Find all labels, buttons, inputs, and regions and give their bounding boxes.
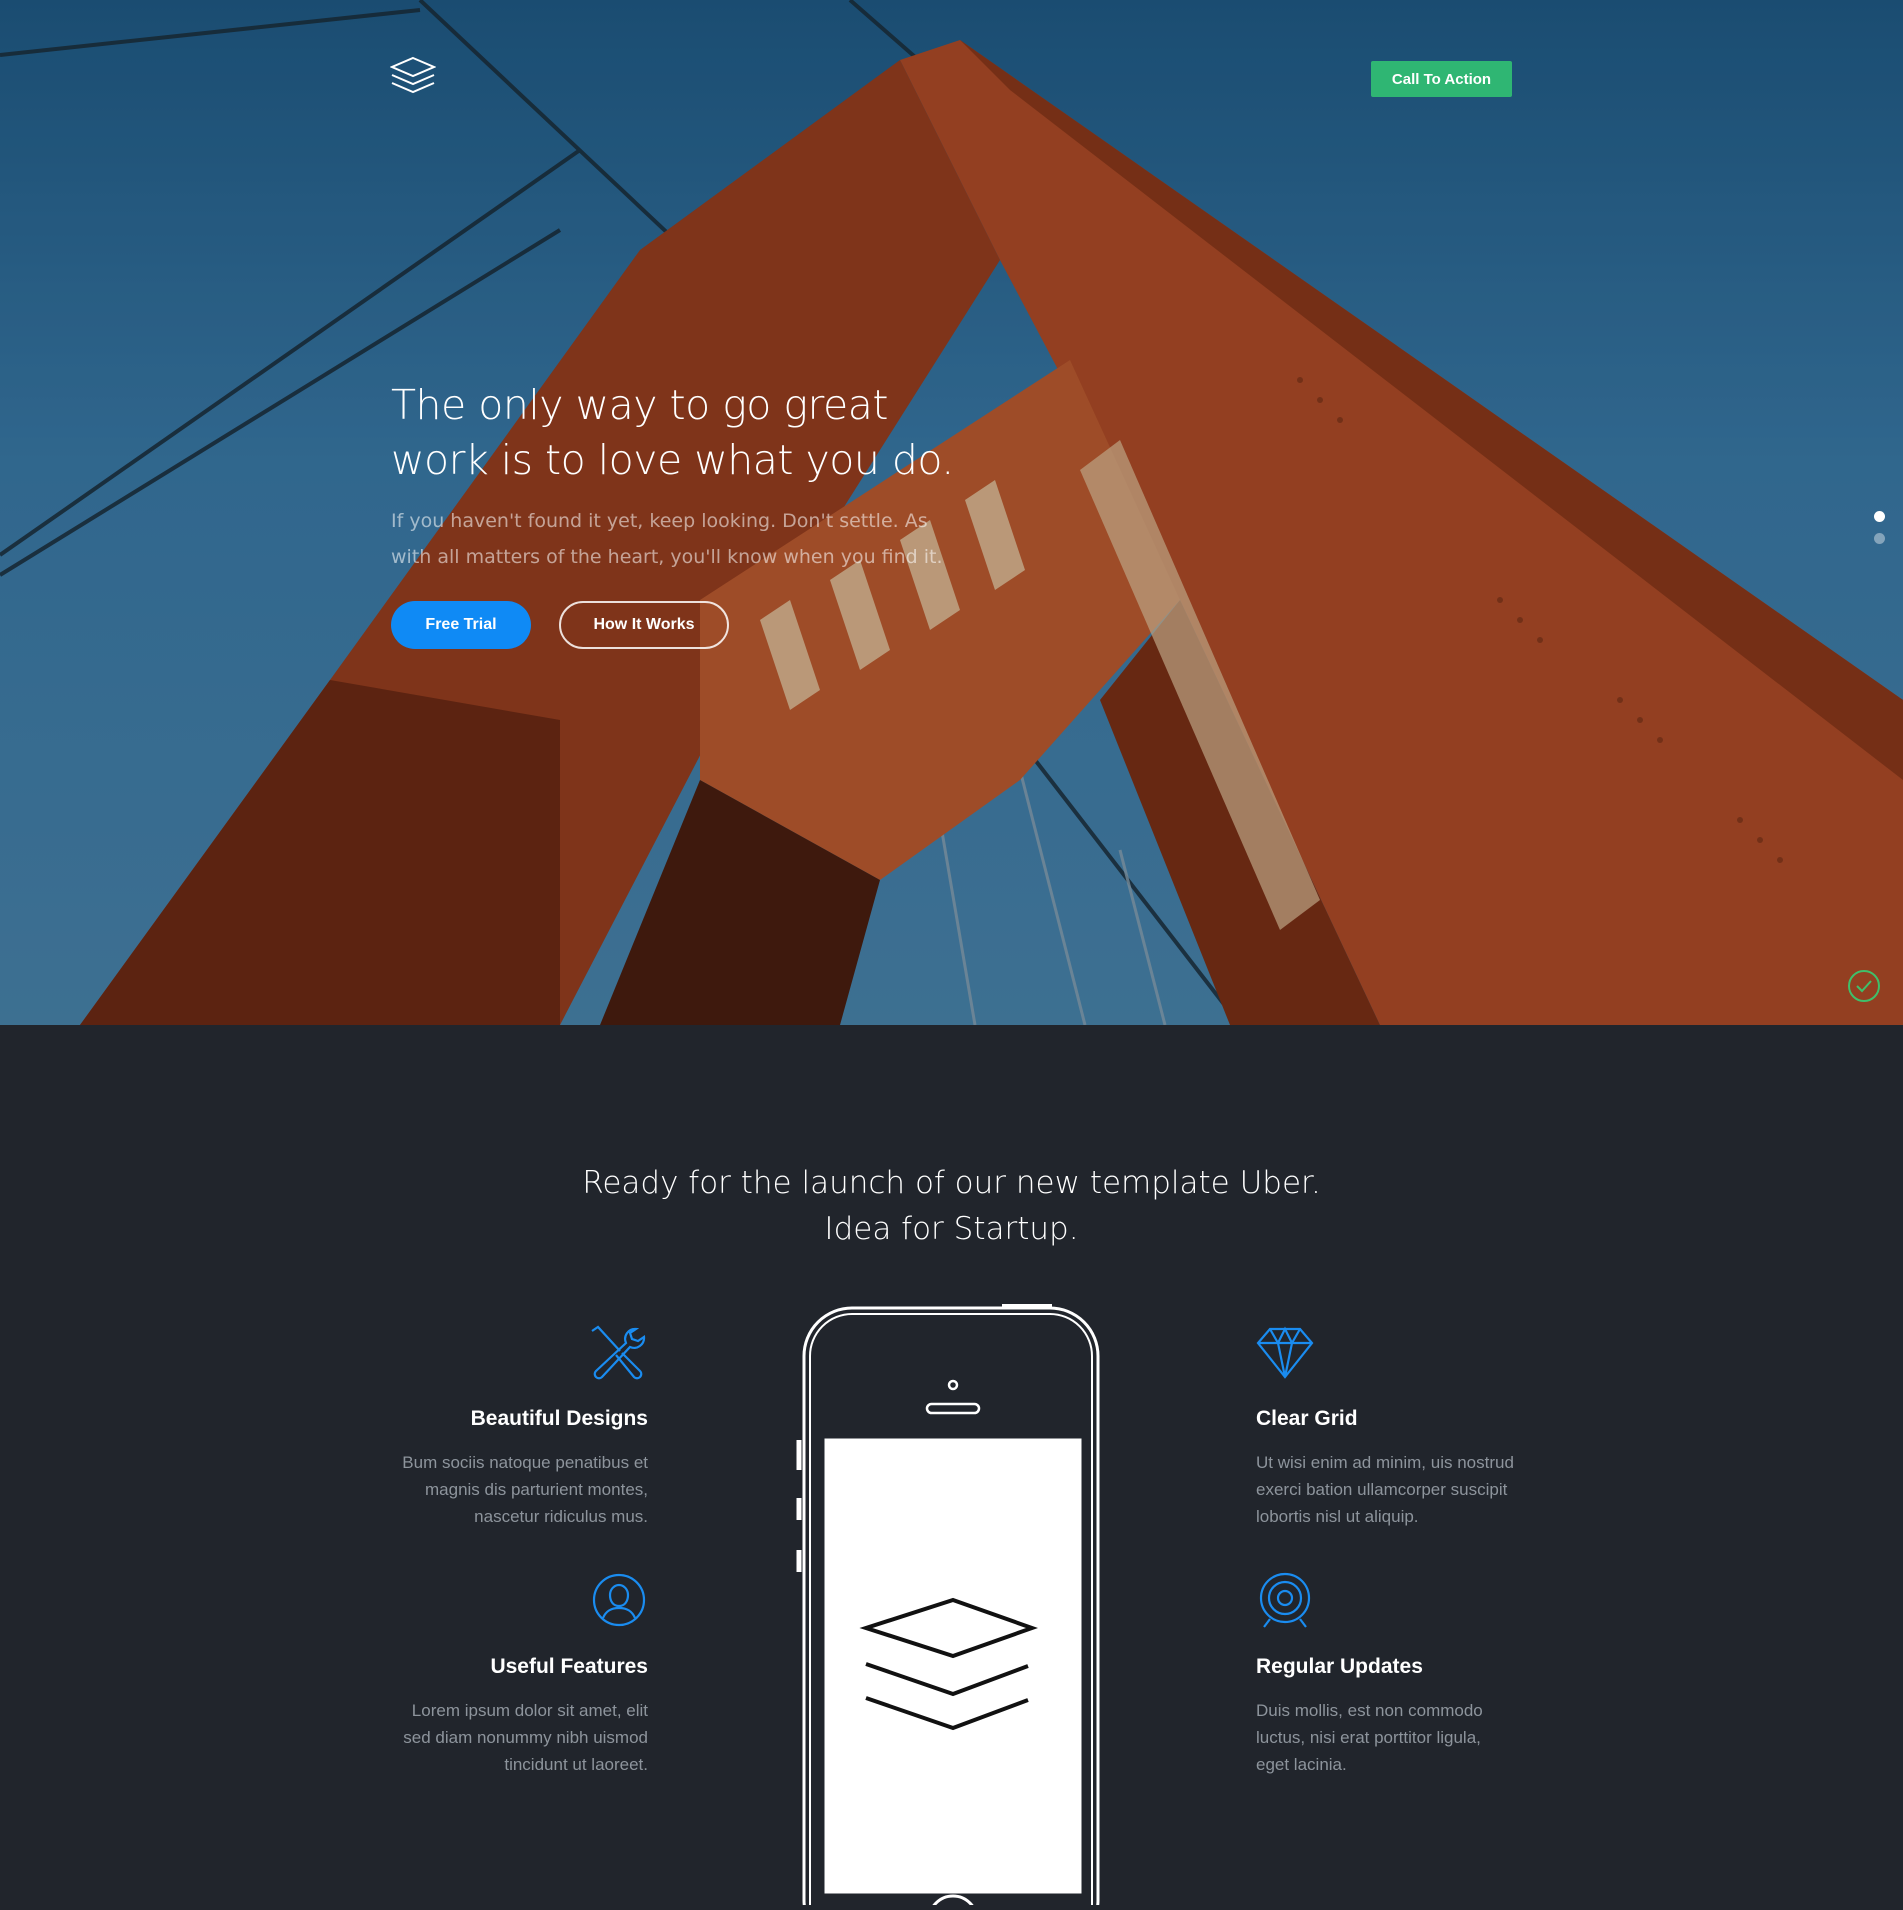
section-title-line2: Idea for Startup.: [824, 1211, 1079, 1247]
feature-title: Regular Updates: [1256, 1655, 1423, 1678]
layers-logo[interactable]: [389, 56, 437, 99]
feature-text: Bum sociis natoque penatibus et magnis d…: [402, 1453, 648, 1526]
slider-dot-1[interactable]: [1874, 511, 1885, 522]
slider-dot-2[interactable]: [1874, 533, 1885, 544]
call-to-action-button[interactable]: Call To Action: [1371, 61, 1512, 97]
feature-text: Ut wisi enim ad minim, uis nostrud exerc…: [1256, 1453, 1514, 1526]
feature-title: Clear Grid: [1256, 1407, 1358, 1430]
feature-title: Beautiful Designs: [470, 1407, 648, 1430]
section-title: Ready for the launch of our new template…: [0, 1160, 1903, 1252]
feature-clear-grid: Clear Grid Ut wisi enim ad minim, uis no…: [1256, 1323, 1516, 1530]
feature-regular-updates: Regular Updates Duis mollis, est non com…: [1256, 1571, 1516, 1778]
phone-illustration: [796, 1280, 1106, 1910]
feature-text: Lorem ipsum dolor sit amet, elit sed dia…: [403, 1701, 648, 1774]
free-trial-button[interactable]: Free Trial: [391, 601, 531, 649]
user-icon: [592, 1573, 646, 1627]
feature-beautiful-designs: Beautiful Designs Bum sociis natoque pen…: [388, 1323, 648, 1530]
features-section: Ready for the launch of our new template…: [0, 1025, 1903, 1910]
diamond-icon: [1256, 1326, 1314, 1379]
target-icon: [1259, 1572, 1311, 1628]
section-title-line1: Ready for the launch of our new template…: [582, 1165, 1321, 1201]
phone-screen: [824, 1438, 1082, 1894]
feature-text: Duis mollis, est non commodo luctus, nis…: [1256, 1701, 1483, 1774]
feature-useful-features: Useful Features Lorem ipsum dolor sit am…: [388, 1571, 648, 1778]
tools-icon: [591, 1325, 646, 1380]
feature-title: Useful Features: [490, 1655, 648, 1678]
how-it-works-button[interactable]: How It Works: [559, 601, 729, 649]
hero-headline: The only way to go great work is to love…: [391, 381, 954, 484]
hero-subline: If you haven't found it yet, keep lookin…: [391, 510, 943, 568]
hero-section: Call To Action The only way to go great …: [0, 0, 1903, 1025]
check-circle-icon: [1847, 969, 1881, 1008]
